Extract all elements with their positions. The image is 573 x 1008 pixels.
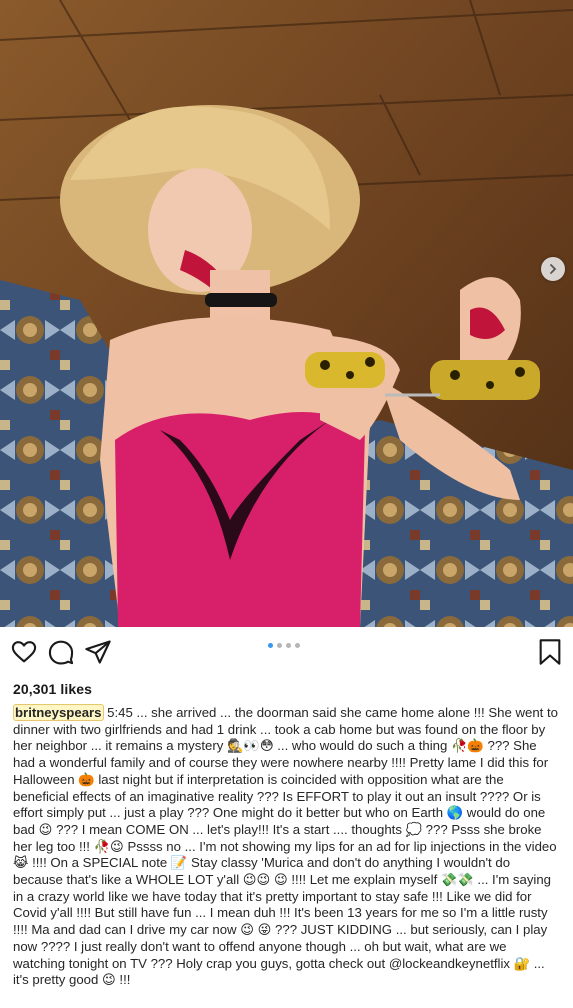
bookmark-icon	[539, 639, 561, 665]
save-button[interactable]	[537, 638, 567, 668]
carousel-dot	[286, 643, 291, 648]
action-bar	[0, 630, 573, 680]
share-button[interactable]	[84, 638, 114, 668]
instagram-post: 20,301 likes britneyspears 5:45 ... she …	[0, 0, 573, 1008]
post-photo[interactable]	[0, 0, 573, 627]
post-caption: britneyspears 5:45 ... she arrived ... t…	[13, 704, 561, 989]
carousel-dot	[295, 643, 300, 648]
chevron-right-icon	[550, 264, 557, 274]
photo-illustration	[0, 0, 573, 627]
carousel-indicator	[268, 643, 300, 648]
heart-icon	[11, 641, 37, 663]
username-link[interactable]: britneyspears	[13, 704, 104, 721]
paper-plane-icon	[85, 640, 111, 664]
like-count[interactable]: 20,301 likes	[13, 681, 92, 697]
like-button[interactable]	[10, 638, 40, 668]
comment-icon	[48, 640, 74, 665]
carousel-next-button[interactable]	[541, 257, 565, 281]
comment-button[interactable]	[47, 638, 77, 668]
caption-text: 5:45 ... she arrived ... the doorman sai…	[13, 705, 558, 988]
carousel-dot	[277, 643, 282, 648]
carousel-dot	[268, 643, 273, 648]
